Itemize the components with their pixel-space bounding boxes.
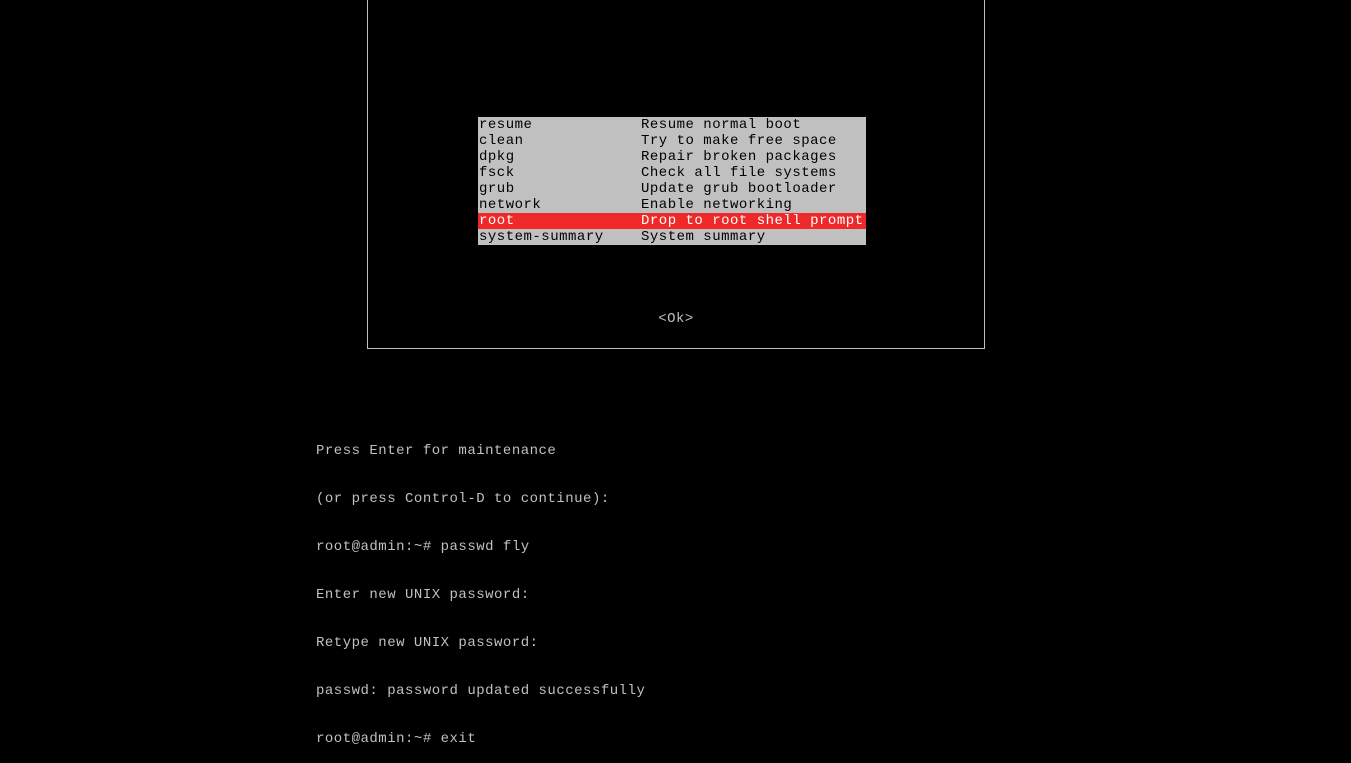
menu-item-key: clean — [478, 133, 640, 149]
terminal-line: root@admin:~# passwd fly — [316, 539, 645, 555]
menu-item-key: resume — [478, 117, 640, 133]
menu-item-key: root — [478, 213, 640, 229]
menu-item-key: system-summary — [478, 229, 640, 245]
menu-item-desc: System summary — [640, 229, 866, 245]
terminal-line: Enter new UNIX password: — [316, 587, 645, 603]
menu-item-key: dpkg — [478, 149, 640, 165]
terminal-line: Press Enter for maintenance — [316, 443, 645, 459]
terminal-output[interactable]: Press Enter for maintenance (or press Co… — [316, 411, 645, 763]
menu-item-desc: Try to make free space — [640, 133, 866, 149]
menu-item-desc: Enable networking — [640, 197, 866, 213]
menu-item-desc: Check all file systems — [640, 165, 866, 181]
terminal-line: root@admin:~# exit — [316, 731, 645, 747]
recovery-menu-dialog: resume Resume normal boot clean Try to m… — [367, 0, 985, 349]
terminal-line: (or press Control-D to continue): — [316, 491, 645, 507]
menu-item-desc: Repair broken packages — [640, 149, 866, 165]
menu-item-network[interactable]: network Enable networking — [478, 197, 866, 213]
menu-item-desc: Resume normal boot — [640, 117, 866, 133]
menu-item-dpkg[interactable]: dpkg Repair broken packages — [478, 149, 866, 165]
menu-item-key: network — [478, 197, 640, 213]
menu-item-system-summary[interactable]: system-summary System summary — [478, 229, 866, 245]
menu-item-key: fsck — [478, 165, 640, 181]
menu-item-clean[interactable]: clean Try to make free space — [478, 133, 866, 149]
menu-item-fsck[interactable]: fsck Check all file systems — [478, 165, 866, 181]
menu-item-grub[interactable]: grub Update grub bootloader — [478, 181, 866, 197]
recovery-menu-list[interactable]: resume Resume normal boot clean Try to m… — [478, 117, 866, 245]
menu-item-desc: Update grub bootloader — [640, 181, 866, 197]
ok-button[interactable]: <Ok> — [368, 311, 984, 327]
menu-item-desc: Drop to root shell prompt — [640, 213, 866, 229]
terminal-line: passwd: password updated successfully — [316, 683, 645, 699]
menu-item-resume[interactable]: resume Resume normal boot — [478, 117, 866, 133]
menu-item-key: grub — [478, 181, 640, 197]
terminal-line: Retype new UNIX password: — [316, 635, 645, 651]
menu-item-root[interactable]: root Drop to root shell prompt — [478, 213, 866, 229]
